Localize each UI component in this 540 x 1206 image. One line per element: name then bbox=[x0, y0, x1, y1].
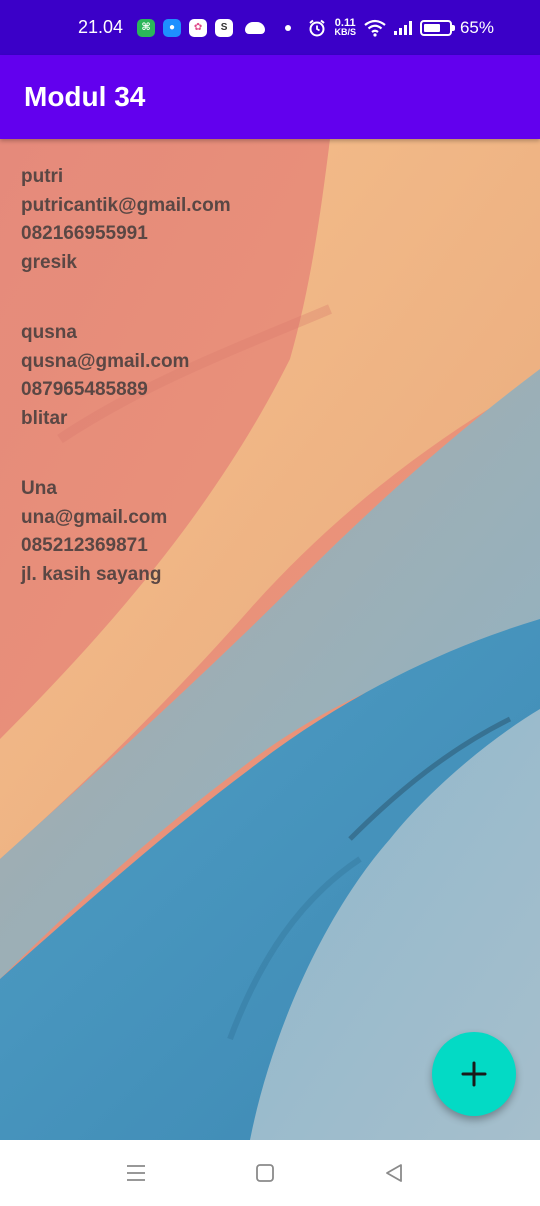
shopping-bag-icon: S bbox=[215, 18, 234, 37]
cell-signal-icon bbox=[393, 20, 412, 35]
app-bar: Modul 34 bbox=[0, 55, 540, 139]
contact-list: putri putricantik@gmail.com 082166955991… bbox=[21, 163, 231, 631]
list-item[interactable]: Una una@gmail.com 085212369871 jl. kasih… bbox=[21, 475, 231, 589]
contact-email: putricantik@gmail.com bbox=[21, 194, 231, 216]
menu-icon bbox=[127, 1165, 145, 1181]
page-title: Modul 34 bbox=[24, 81, 146, 112]
app-notification-icon: ⌘ bbox=[137, 18, 156, 37]
network-speed-unit: KB/S bbox=[334, 26, 356, 37]
plus-icon bbox=[461, 1061, 487, 1087]
network-speed: 0.11 KB/S bbox=[334, 17, 356, 37]
home-square-icon bbox=[256, 1164, 274, 1182]
list-item[interactable]: putri putricantik@gmail.com 082166955991… bbox=[21, 163, 231, 277]
contact-phone: 085212369871 bbox=[21, 535, 148, 556]
battery-percentage: 65% bbox=[459, 17, 494, 37]
add-contact-button[interactable] bbox=[432, 1032, 516, 1116]
back-button[interactable] bbox=[381, 1160, 407, 1186]
recent-apps-button[interactable] bbox=[123, 1160, 149, 1186]
battery-fill bbox=[423, 23, 440, 32]
back-triangle-icon bbox=[386, 1164, 402, 1182]
contact-phone: 087965485889 bbox=[21, 379, 148, 400]
battery-icon bbox=[419, 19, 455, 36]
contact-phone: 082166955991 bbox=[21, 223, 148, 244]
contact-address: jl. kasih sayang bbox=[21, 563, 162, 585]
status-time: 21.04 bbox=[78, 17, 124, 37]
more-notifications-dot-icon bbox=[285, 24, 292, 31]
contact-address: blitar bbox=[21, 407, 68, 429]
contact-name: Una bbox=[21, 478, 57, 499]
status-left: 21.04 ⌘ ● ✿ S bbox=[78, 0, 292, 55]
app-notification-icon: ● bbox=[163, 18, 182, 37]
status-right: 0.11 KB/S 65% bbox=[308, 0, 494, 55]
contact-name: putri bbox=[21, 166, 64, 187]
photos-icon: ✿ bbox=[189, 18, 208, 37]
cloud-icon bbox=[245, 21, 266, 34]
contact-email: qusna@gmail.com bbox=[21, 350, 190, 372]
contact-email: una@gmail.com bbox=[21, 506, 168, 528]
wifi-icon bbox=[364, 19, 386, 37]
contact-list-screen[interactable]: putri putricantik@gmail.com 082166955991… bbox=[0, 139, 540, 1140]
system-navigation-bar bbox=[0, 1140, 540, 1206]
contact-address: gresik bbox=[21, 251, 77, 273]
list-item[interactable]: qusna qusna@gmail.com 087965485889 blita… bbox=[21, 319, 231, 433]
home-button[interactable] bbox=[252, 1160, 278, 1186]
alarm-icon bbox=[309, 19, 326, 36]
status-bar: 21.04 ⌘ ● ✿ S 0.11 KB/S 65% bbox=[0, 0, 540, 55]
contact-name: qusna bbox=[21, 322, 77, 343]
